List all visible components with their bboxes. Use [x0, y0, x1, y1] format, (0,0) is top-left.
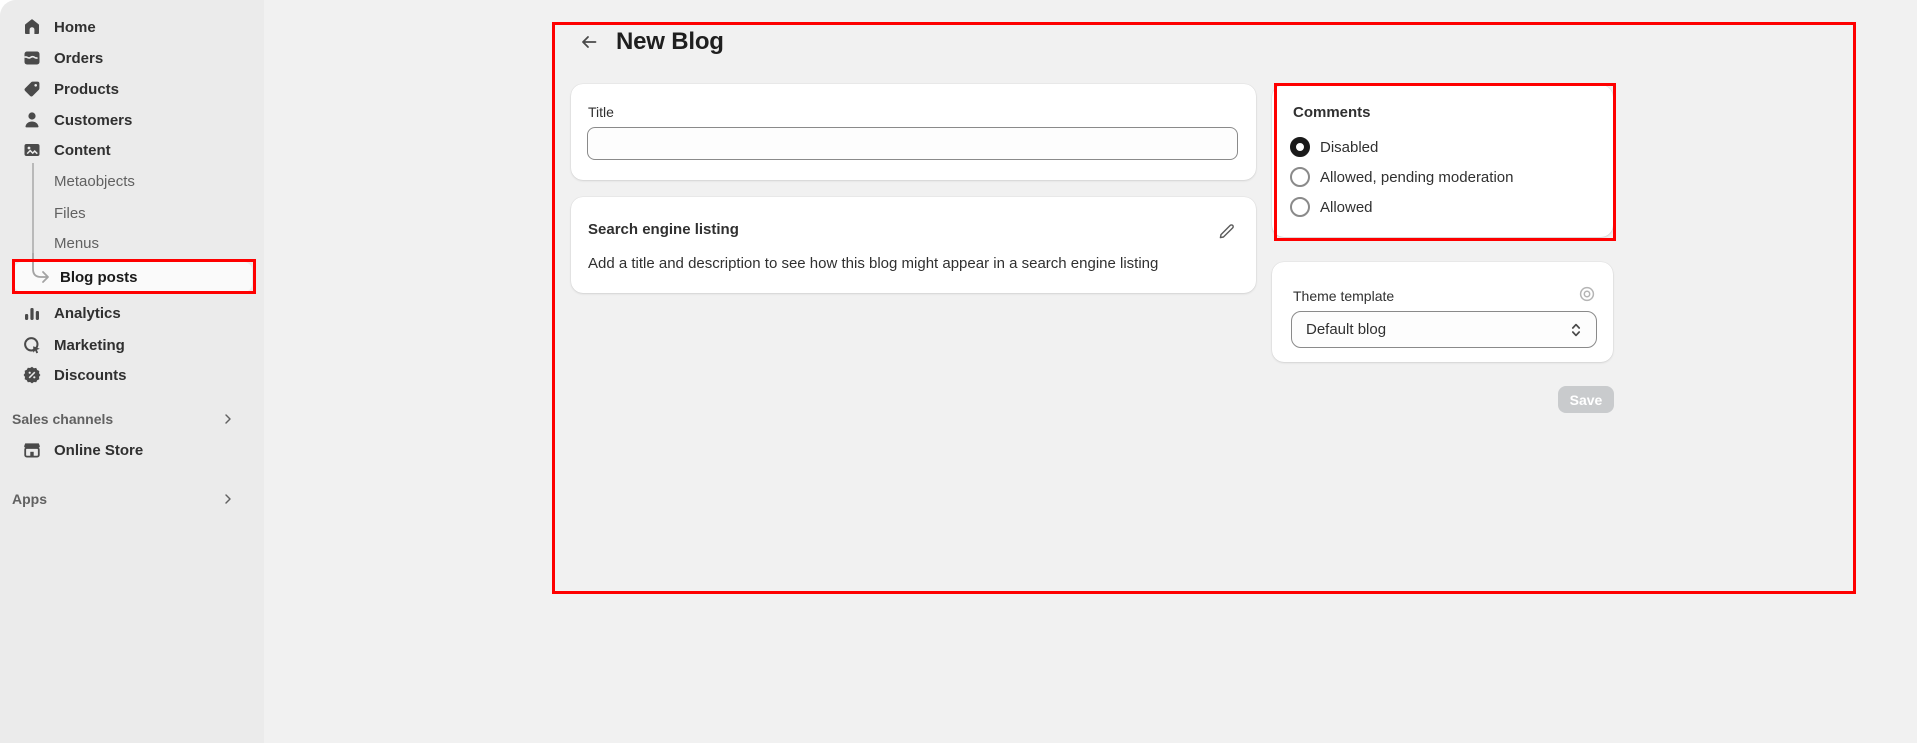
analytics-icon [22, 303, 42, 323]
sidebar-item-orders[interactable]: Orders [8, 43, 256, 73]
sidebar-item-label: Home [54, 19, 96, 36]
title-card: Title [571, 84, 1256, 180]
branch-arrow-icon [31, 253, 53, 292]
marketing-icon [22, 335, 42, 355]
chevron-right-icon [220, 491, 236, 510]
comments-card: Comments Disabled Allowed, pending moder… [1272, 85, 1613, 237]
sidebar-section-apps[interactable]: Apps [12, 487, 252, 511]
radio-icon[interactable] [1290, 137, 1310, 157]
sidebar-item-analytics[interactable]: Analytics [8, 298, 256, 328]
radio-option-label: Allowed [1320, 199, 1373, 216]
sidebar-item-label: Marketing [54, 337, 125, 354]
title-field-label: Title [588, 104, 614, 120]
sidebar-item-label: Customers [54, 112, 132, 129]
section-label: Sales channels [12, 411, 113, 427]
save-button[interactable]: Save [1558, 386, 1614, 413]
back-button[interactable] [575, 28, 603, 56]
select-value: Default blog [1306, 321, 1386, 338]
title-input[interactable] [587, 127, 1238, 160]
select-chevrons-icon [1566, 320, 1586, 345]
sidebar-item-label: Online Store [54, 442, 143, 459]
seo-card: Search engine listing Add a title and de… [571, 197, 1256, 293]
app-frame: Home Orders Products Customers Content [0, 0, 1917, 743]
radio-option-label: Allowed, pending moderation [1320, 169, 1513, 186]
sidebar-item-online-store[interactable]: Online Store [8, 435, 256, 465]
sidebar-section-sales-channels[interactable]: Sales channels [12, 407, 252, 431]
eye-icon[interactable] [1573, 280, 1601, 308]
chevron-right-icon [220, 411, 236, 430]
radio-option-label: Disabled [1320, 139, 1378, 156]
sidebar-item-home[interactable]: Home [8, 12, 256, 42]
sidebar-item-label: Files [54, 205, 86, 222]
sidebar-item-label: Discounts [54, 367, 127, 384]
radio-icon[interactable] [1290, 197, 1310, 217]
page-title: New Blog [616, 28, 724, 56]
content-icon [22, 140, 42, 160]
sidebar-item-customers[interactable]: Customers [8, 105, 256, 135]
sidebar-item-label: Content [54, 142, 111, 159]
sidebar-item-label: Products [54, 81, 119, 98]
section-label: Apps [12, 491, 47, 507]
edit-seo-button[interactable] [1212, 217, 1240, 245]
sidebar: Home Orders Products Customers Content [0, 0, 264, 743]
page-header: New Blog [575, 28, 724, 56]
sidebar-item-label: Analytics [54, 305, 121, 322]
theme-template-label: Theme template [1293, 288, 1394, 304]
radio-option-allowed-pending[interactable]: Allowed, pending moderation [1290, 165, 1513, 189]
sidebar-item-label: Orders [54, 50, 103, 67]
sidebar-item-marketing[interactable]: Marketing [8, 330, 256, 360]
sidebar-item-metaobjects[interactable]: Metaobjects [8, 166, 256, 196]
radio-icon[interactable] [1290, 167, 1310, 187]
sidebar-item-discounts[interactable]: Discounts [8, 360, 256, 390]
comments-card-title: Comments [1293, 104, 1371, 121]
sidebar-item-label: Metaobjects [54, 173, 135, 190]
discounts-icon [22, 365, 42, 385]
seo-card-description: Add a title and description to see how t… [588, 255, 1158, 272]
main-content: New Blog Title Search engine listing Add… [264, 0, 1917, 743]
home-icon [22, 17, 42, 37]
customers-icon [22, 110, 42, 130]
radio-option-allowed[interactable]: Allowed [1290, 195, 1373, 219]
theme-template-select[interactable]: Default blog [1291, 311, 1597, 348]
sidebar-item-label: Menus [54, 235, 99, 252]
sidebar-item-files[interactable]: Files [8, 198, 256, 228]
radio-option-disabled[interactable]: Disabled [1290, 135, 1378, 159]
sidebar-item-content[interactable]: Content [8, 135, 256, 165]
online-store-icon [22, 440, 42, 460]
products-icon [22, 79, 42, 99]
sidebar-item-products[interactable]: Products [8, 74, 256, 104]
sidebar-item-label: Blog posts [60, 269, 138, 286]
orders-icon [22, 48, 42, 68]
seo-card-title: Search engine listing [588, 221, 739, 238]
theme-template-card: Theme template Default blog [1272, 262, 1613, 362]
